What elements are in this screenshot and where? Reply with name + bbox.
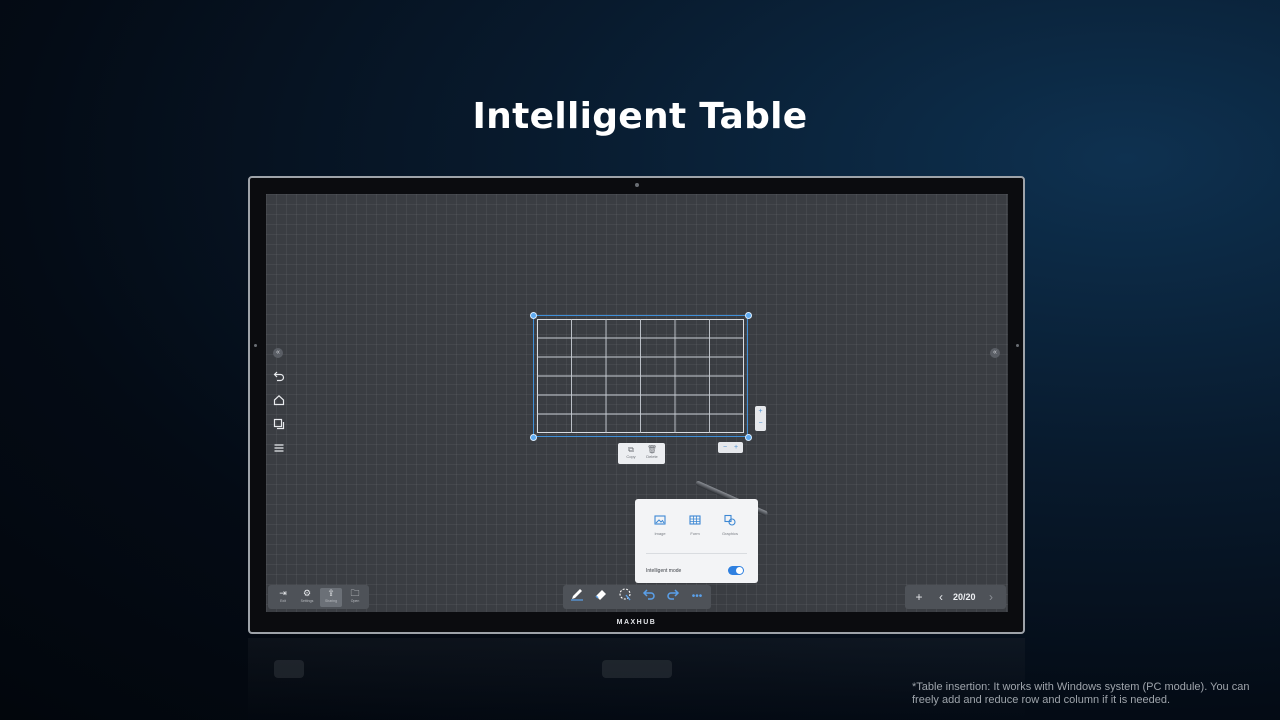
settings-button[interactable]: ⚙ Settings (296, 588, 318, 607)
device-brand-logo: MAXHUB (616, 619, 657, 626)
reflection-toolbar-left (274, 660, 304, 678)
share-icon: ⇪ (327, 588, 335, 598)
delete-button[interactable]: 🗑 Delete (642, 445, 662, 459)
copy-icon: ⧉ (628, 445, 634, 454)
gear-icon: ⚙ (302, 588, 312, 598)
lasso-select-icon[interactable] (615, 587, 635, 607)
remove-column-button[interactable]: − (720, 442, 731, 453)
exit-button[interactable]: ⇥ Exit (272, 588, 294, 607)
redo-icon[interactable] (663, 587, 683, 607)
copy-button[interactable]: ⧉ Copy (621, 445, 641, 459)
chevron-left-icon: ‹ (939, 590, 943, 604)
more-icon[interactable]: ••• (687, 587, 707, 607)
folder-icon: 🗀 (350, 588, 360, 598)
image-icon (645, 514, 675, 529)
whiteboard-canvas[interactable]: « « + − − + ⧉ Copy 🗑 Delete Image Form G… (266, 194, 1008, 612)
remove-row-button[interactable]: − (755, 418, 766, 430)
home-icon[interactable] (272, 394, 286, 408)
popup-divider (646, 553, 747, 554)
column-stepper[interactable]: − + (718, 442, 743, 453)
drawing-toolbar: ••• (563, 585, 711, 609)
exit-icon: ⇥ (279, 588, 287, 598)
sharing-button[interactable]: ⇪ Sharing (320, 588, 342, 607)
intelligent-mode-toggle[interactable] (728, 566, 744, 575)
pages-icon[interactable] (272, 418, 286, 432)
insert-popup: Image Form Graphics Intelligent mode (635, 499, 758, 583)
table-context-menu: ⧉ Copy 🗑 Delete (618, 443, 665, 464)
collapse-left-icon[interactable]: « (273, 348, 283, 358)
resize-handle-bottom-right[interactable] (745, 434, 752, 441)
menu-icon[interactable] (272, 442, 286, 456)
resize-handle-bottom-left[interactable] (530, 434, 537, 441)
intelligent-mode-label: Intelligent mode (646, 568, 682, 574)
footnote: *Table insertion: It works with Windows … (912, 681, 1250, 706)
table-icon (680, 514, 710, 529)
reflection-toolbar-center (602, 660, 672, 678)
interactive-display: « « + − − + ⧉ Copy 🗑 Delete Image Form G… (248, 176, 1025, 634)
prev-page-button[interactable]: ‹ (934, 588, 948, 606)
pen-icon[interactable] (567, 587, 587, 607)
table-grid[interactable] (537, 319, 744, 433)
chevron-right-icon: › (989, 590, 993, 604)
row-stepper[interactable]: + − (755, 406, 766, 431)
shapes-icon (715, 514, 745, 529)
resize-handle-top-right[interactable] (745, 312, 752, 319)
next-page-button[interactable]: › (984, 588, 998, 606)
bezel-sensor-left (254, 344, 257, 347)
page-counter: 20/20 (953, 592, 976, 602)
add-row-button[interactable]: + (755, 406, 766, 418)
add-column-button[interactable]: + (731, 442, 742, 453)
collapse-right-icon[interactable]: « (990, 348, 1000, 358)
eraser-icon[interactable] (591, 587, 611, 607)
resize-handle-top-left[interactable] (530, 312, 537, 319)
add-page-button[interactable]: + (912, 588, 926, 606)
device-reflection (248, 638, 1025, 720)
page-navigation: + ‹ 20/20 › (905, 585, 1006, 609)
trash-icon: 🗑 (646, 445, 658, 454)
undo-icon[interactable] (272, 370, 286, 384)
insert-form-button[interactable]: Form (680, 514, 710, 536)
insert-graphics-button[interactable]: Graphics (715, 514, 745, 536)
smart-table[interactable] (533, 315, 748, 437)
undo-icon[interactable] (639, 587, 659, 607)
slide-title: Intelligent Table (472, 96, 808, 137)
camera-dot (635, 183, 639, 187)
plus-icon: + (915, 590, 923, 604)
bezel-sensor-right (1016, 344, 1019, 347)
insert-image-button[interactable]: Image (645, 514, 675, 536)
bottom-left-toolbar: ⇥ Exit ⚙ Settings ⇪ Sharing 🗀 Open (268, 585, 369, 609)
open-button[interactable]: 🗀 Open (344, 588, 366, 607)
